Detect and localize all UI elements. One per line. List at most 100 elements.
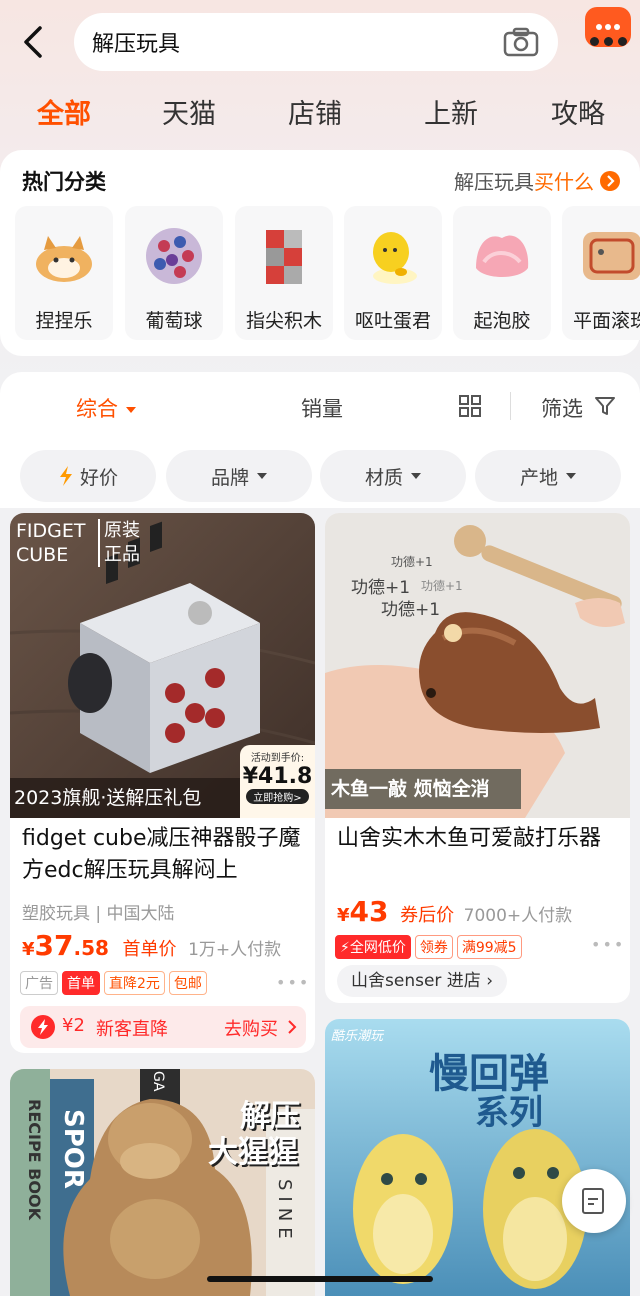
back-arrow-icon[interactable]	[18, 24, 50, 60]
more-menu-icon[interactable]	[588, 37, 630, 47]
filter-label: 筛选	[541, 397, 583, 421]
tab-new[interactable]: 上新	[424, 92, 478, 131]
product-card-fidget-cube[interactable]: FIDGET CUBE 原装 正品 2023旗舰·送解压礼包 活动到手价: ¥4…	[10, 513, 315, 1053]
tab-stores[interactable]: 店铺	[288, 92, 342, 131]
chip-label: 品牌	[210, 466, 249, 489]
badge-line: 正品	[104, 544, 140, 565]
chip-origin[interactable]: 产地	[475, 450, 621, 502]
book-spine-text: GA	[150, 1071, 166, 1092]
divider	[510, 392, 511, 420]
price-label: 券后价	[400, 905, 455, 926]
shop-label: 山舍senser 进店	[351, 971, 481, 991]
new-customer-promo[interactable]: ¥2 新客直降 去购买	[20, 1006, 306, 1048]
buy-now-button[interactable]: 立即抢购>	[246, 789, 309, 804]
coupon-tag[interactable]: 领券	[414, 935, 453, 959]
what-to-buy-link[interactable]: 解压玩具 买什么	[454, 166, 620, 195]
overlay-title: 大猩猩	[208, 1135, 298, 1170]
category-slime[interactable]: 起泡胶	[453, 206, 551, 340]
promo-banner: 2023旗舰·送解压礼包	[10, 778, 240, 818]
price-decimal: .58	[73, 936, 109, 960]
free-shipping-tag: 包邮	[168, 971, 207, 995]
promo-text: 新客直降	[96, 1019, 168, 1040]
tab-tmall[interactable]: 天猫	[162, 92, 216, 131]
fingertip-blocks-image	[266, 230, 302, 284]
product-title: 山舍实木木鱼可爱敲打乐器	[337, 826, 602, 851]
promo-banner: 木鱼一敲 烦恼全消	[325, 769, 521, 809]
price-tag-label: 活动到手价:	[250, 753, 305, 764]
promo-action[interactable]: 去购买	[224, 1015, 278, 1041]
category-label: 起泡胶	[473, 310, 531, 332]
tab-guides[interactable]: 攻略	[551, 92, 605, 131]
chevron-right-icon	[288, 1020, 297, 1034]
caret-down-icon	[257, 473, 267, 479]
meta-origin: 中国大陆	[106, 904, 175, 924]
category-label: 呕吐蛋君	[354, 310, 431, 332]
category-fingertip-blocks[interactable]: 指尖积木	[235, 206, 333, 340]
funnel-icon[interactable]	[594, 395, 616, 417]
buyer-count: 7000+人付款	[463, 906, 573, 926]
category-flat-maze[interactable]: 平面滚珠	[562, 206, 640, 340]
meta-material: 塑胶玩具	[22, 904, 90, 924]
search-bar[interactable]: 解压玩具	[74, 13, 558, 71]
book-spine-text: SINE	[274, 1179, 295, 1245]
fidget-cube-brand-badge: FIDGET CUBE	[16, 519, 86, 567]
slime-image	[476, 235, 529, 277]
category-grape-ball[interactable]: 葡萄球	[125, 206, 223, 340]
promo-amount: ¥2	[62, 1015, 85, 1036]
brand-logo-text: 酷乐潮玩	[331, 1029, 384, 1044]
book-spine-text: SPOR	[58, 1109, 88, 1189]
hot-categories-title: 热门分类	[22, 170, 106, 194]
gudetama-image	[373, 232, 417, 284]
product-card-slow-rebound[interactable]: 酷乐潮玩 慢回弹 系列	[325, 1019, 630, 1296]
product-tags: 广告 首单 直降2元 包邮	[20, 971, 211, 995]
chip-brand[interactable]: 品牌	[166, 450, 312, 502]
badge-line: 原装	[104, 520, 140, 541]
what-to-buy-highlight: 买什么	[534, 170, 594, 194]
chip-material[interactable]: 材质	[320, 450, 466, 502]
lowest-price-tag: ⚡全网低价	[335, 935, 411, 959]
overlay-title: 系列	[475, 1093, 543, 1133]
shop-link[interactable]: 山舍senser 进店 ›	[337, 965, 508, 997]
feedback-button[interactable]	[562, 1169, 626, 1233]
price-symbol: ¥	[22, 939, 35, 960]
caret-down-icon	[126, 407, 136, 413]
tab-all[interactable]: 全部	[37, 92, 91, 131]
discount-tag: 直降2元	[104, 971, 165, 995]
product-tags: ⚡全网低价 领券 满99减5	[335, 935, 526, 959]
product-card-squishy-gorilla[interactable]: RECIPE BOOK SPOR GA SINE 解压 大猩猩	[10, 1069, 315, 1296]
book-spine-text: RECIPE BOOK	[25, 1099, 44, 1220]
lightning-badge-icon	[31, 1015, 55, 1039]
product-price: ¥43 券后价 7000+人付款	[337, 895, 572, 928]
sort-sales[interactable]: 销量	[301, 393, 343, 423]
first-order-tag: 首单	[62, 971, 100, 995]
sort-comprehensive[interactable]: 综合	[76, 393, 136, 423]
search-tabs: 全部 天猫 店铺 上新 攻略	[0, 92, 640, 140]
category-gudetama[interactable]: 呕吐蛋君	[344, 206, 442, 340]
home-indicator	[207, 1276, 433, 1282]
price-tag: 活动到手价: ¥41.8 立即抢购>	[240, 745, 315, 818]
grape-ball-image	[146, 228, 202, 284]
search-query[interactable]: 解压玩具	[92, 26, 502, 58]
shiba-squishy-image	[36, 236, 92, 282]
badge-line: FIDGET	[16, 520, 86, 542]
chip-good-price[interactable]: 好价	[20, 450, 156, 502]
more-options-icon[interactable]: •••	[276, 973, 310, 992]
flat-maze-image	[583, 232, 640, 280]
category-squishy[interactable]: 捏捏乐	[15, 206, 113, 340]
price-integer: 37	[34, 929, 74, 962]
category-label: 指尖积木	[245, 310, 322, 332]
chip-label: 产地	[519, 466, 558, 489]
chevron-right-icon	[600, 170, 620, 191]
chip-label: 好价	[79, 466, 118, 489]
price-label: 首单价	[122, 939, 177, 960]
grid-view-icon[interactable]	[458, 394, 482, 418]
category-label: 葡萄球	[145, 310, 203, 332]
filter-button[interactable]: 筛选	[541, 393, 583, 423]
merit-text: 功德+1	[391, 555, 433, 569]
product-title: fidget cube减压神器骰子魔方edc解压玩具解闷上	[22, 826, 301, 883]
product-card-wooden-fish[interactable]: 功德+1 功德+1 功德+1 功德+1 木鱼一敲 烦恼全消 山舍实木木鱼可爱敲打…	[325, 513, 630, 1003]
merit-text: 功德+1	[381, 600, 441, 620]
lightning-icon	[59, 466, 72, 486]
camera-icon[interactable]	[502, 26, 540, 58]
more-options-icon[interactable]: •••	[591, 935, 625, 954]
